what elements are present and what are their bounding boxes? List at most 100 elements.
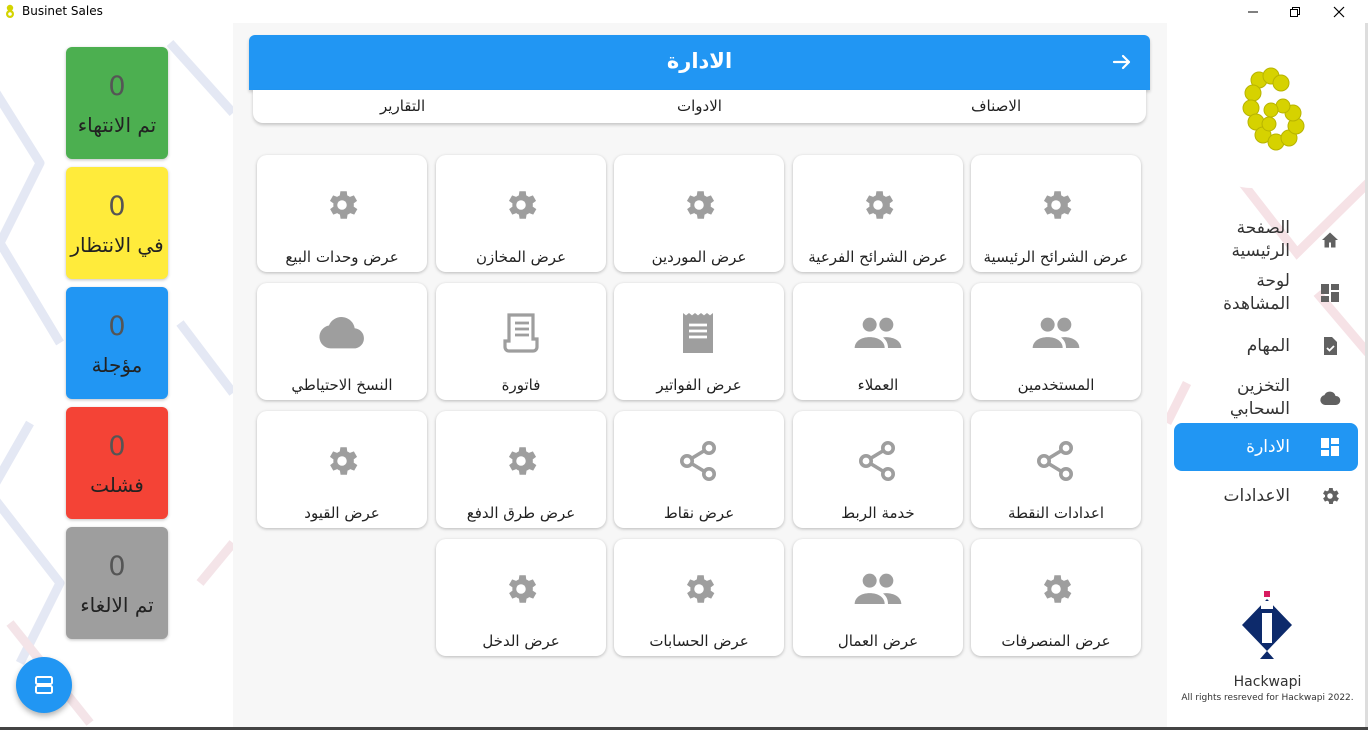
sidebar-item-label: الصفحة الرئيسية xyxy=(1231,218,1290,261)
tile-label: عرض المنصرفات xyxy=(1001,632,1111,650)
status-card-finished[interactable]: 0 تم الانتهاء xyxy=(66,47,168,159)
tile-item[interactable]: عرض الشرائح الفرعية xyxy=(793,155,963,272)
gear-icon xyxy=(317,183,367,227)
tab-tools[interactable]: الادوات xyxy=(677,97,722,115)
sidebar-item[interactable]: الصفحة الرئيسية xyxy=(1174,216,1358,264)
tile-label: عرض الدخل xyxy=(482,632,560,650)
tile-item[interactable]: عرض العمال xyxy=(793,539,963,656)
home-icon xyxy=(1319,229,1341,251)
sidebar-item-label: الاعدادات xyxy=(1223,485,1290,506)
gear-icon xyxy=(317,439,367,483)
tile-item[interactable]: عرض نقاط xyxy=(614,411,784,528)
tab-bar: الاصناف الادوات التقارير xyxy=(253,90,1146,123)
receipt-icon xyxy=(674,311,724,355)
tile-item[interactable]: المستخدمين xyxy=(971,283,1141,400)
tile-item[interactable]: عرض القيود xyxy=(257,411,427,528)
title-bar: Businet Sales xyxy=(0,0,1368,23)
queue-fab-button[interactable] xyxy=(16,657,72,713)
arrow-forward-icon[interactable] xyxy=(1112,52,1132,72)
gear-icon xyxy=(1031,183,1081,227)
app-logo-icon xyxy=(6,4,14,18)
sidebar-item-label: التخزين السحابي xyxy=(1229,376,1290,419)
tile-item[interactable]: عرض الموردين xyxy=(614,155,784,272)
share-icon xyxy=(1031,439,1081,483)
window-title: Businet Sales xyxy=(22,4,103,18)
status-panel: 0 تم الانتهاء 0 في الانتظار 0 مؤجلة 0 فش… xyxy=(0,23,233,730)
status-card-failed[interactable]: 0 فشلت xyxy=(66,407,168,519)
cloud-icon xyxy=(1319,387,1341,409)
dashboard-icon xyxy=(1319,282,1341,304)
tile-item[interactable]: عرض وحدات البيع xyxy=(257,155,427,272)
people-icon xyxy=(853,311,903,355)
status-label: تم الالغاء xyxy=(80,593,154,617)
brand-name: Hackwapi xyxy=(1233,674,1302,690)
main-content: الادارة الاصناف الادوات التقارير عرض الش… xyxy=(233,23,1167,728)
tile-item[interactable]: عرض طرق الدفع xyxy=(436,411,606,528)
tile-label: عرض الموردين xyxy=(651,248,747,266)
tile-label: عرض الشرائح الفرعية xyxy=(808,248,948,266)
tab-categories[interactable]: الاصناف xyxy=(971,97,1021,115)
sidebar-item[interactable]: الادارة xyxy=(1174,423,1358,471)
tile-item[interactable]: النسخ الاحتياطي xyxy=(257,283,427,400)
sidebar-item[interactable]: المهام xyxy=(1174,322,1358,370)
sidebar-item[interactable]: لوحة المشاهدة xyxy=(1174,269,1358,317)
copyright-text: All rights resreved for Hackwapi 2022. xyxy=(1181,693,1354,703)
gear-icon xyxy=(674,567,724,611)
app-logo xyxy=(1242,67,1305,151)
minimize-button[interactable] xyxy=(1230,0,1276,23)
app-window: Businet Sales 0 تم الانتهاء 0 في الانتظا… xyxy=(0,0,1368,730)
tile-label: خدمة الربط xyxy=(841,504,915,522)
tile-label: عرض طرق الدفع xyxy=(466,504,576,522)
status-card-cancelled[interactable]: 0 تم الالغاء xyxy=(66,527,168,639)
tile-item[interactable]: فاتورة xyxy=(436,283,606,400)
status-card-pending[interactable]: 0 في الانتظار xyxy=(66,167,168,279)
sidebar-item[interactable]: الاعدادات xyxy=(1174,472,1358,520)
section-header: الادارة xyxy=(249,35,1150,90)
task-icon xyxy=(1319,335,1341,357)
sidebar-item[interactable]: التخزين السحابي xyxy=(1174,374,1358,422)
tile-item[interactable]: عرض الفواتير xyxy=(614,283,784,400)
tile-item[interactable]: عرض الدخل xyxy=(436,539,606,656)
gear-icon xyxy=(674,183,724,227)
gear-icon xyxy=(496,567,546,611)
status-label: في الانتظار xyxy=(70,233,164,257)
gear-icon xyxy=(1319,485,1341,507)
gear-icon xyxy=(496,183,546,227)
tile-label: عرض الحسابات xyxy=(649,632,749,650)
people-icon xyxy=(1031,311,1081,355)
tile-item[interactable]: عرض المخازن xyxy=(436,155,606,272)
status-count: 0 xyxy=(108,311,126,342)
tile-item[interactable]: عرض الشرائح الرئيسية xyxy=(971,155,1141,272)
tile-label: عرض العمال xyxy=(837,632,919,650)
share-icon xyxy=(674,439,724,483)
people-icon xyxy=(853,567,903,611)
logo-card xyxy=(1201,38,1342,188)
sidebar: الصفحة الرئيسية لوحة المشاهدة المهام التخزي… xyxy=(1167,23,1368,728)
status-count: 0 xyxy=(108,431,126,462)
tile-item[interactable]: اعدادات النقطة xyxy=(971,411,1141,528)
status-count: 0 xyxy=(108,191,126,222)
page-title: الادارة xyxy=(666,49,733,73)
sidebar-item-label: لوحة المشاهدة xyxy=(1223,271,1290,314)
restore-button[interactable] xyxy=(1272,0,1318,23)
close-icon xyxy=(1333,6,1345,17)
tile-item[interactable]: خدمة الربط xyxy=(793,411,963,528)
dashboard-icon xyxy=(1319,436,1341,458)
status-count: 0 xyxy=(108,71,126,102)
hackwapi-logo xyxy=(1242,591,1292,659)
tab-reports[interactable]: التقارير xyxy=(380,97,425,115)
queue-icon xyxy=(35,676,53,694)
tile-label: عرض المخازن xyxy=(475,248,567,266)
tile-item[interactable]: عرض المنصرفات xyxy=(971,539,1141,656)
close-button[interactable] xyxy=(1316,0,1362,23)
gear-icon xyxy=(1031,567,1081,611)
tile-item[interactable]: عرض الحسابات xyxy=(614,539,784,656)
sidebar-item-label: الادارة xyxy=(1246,436,1290,457)
gear-icon xyxy=(853,183,903,227)
tile-item[interactable]: العملاء xyxy=(793,283,963,400)
status-card-postponed[interactable]: 0 مؤجلة xyxy=(66,287,168,399)
sidebar-item-label: المهام xyxy=(1246,335,1290,356)
restore-icon xyxy=(1290,6,1300,17)
status-count: 0 xyxy=(108,551,126,582)
cloud-icon xyxy=(317,311,367,355)
